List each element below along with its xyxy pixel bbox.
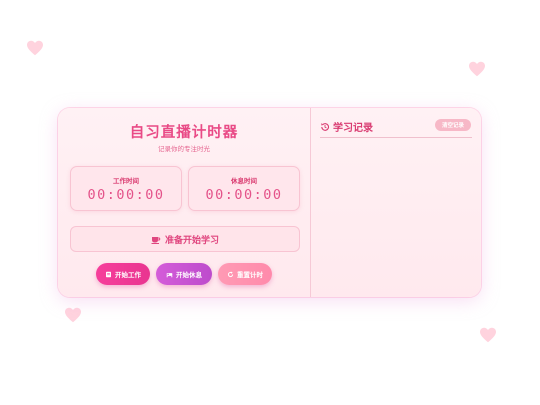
clear-records-button[interactable]: 清空记录 — [435, 119, 471, 131]
app-title: 自习直播计时器 — [129, 125, 239, 141]
timer-card: 自习直播计时器 记录你的专注时光 工作时间 00:00:00 休息时间 00:0… — [58, 108, 481, 297]
timer-panel: 自习直播计时器 记录你的专注时光 工作时间 00:00:00 休息时间 00:0… — [58, 108, 311, 297]
status-text: 准备开始学习 — [164, 235, 219, 246]
start-work-label: 开始工作 — [115, 271, 141, 279]
reset-label: 重置计时 — [237, 271, 263, 279]
refresh-icon — [227, 271, 234, 277]
heart-icon — [26, 40, 44, 56]
reset-button[interactable]: 重置计时 — [218, 263, 272, 285]
start-rest-button[interactable]: 开始休息 — [156, 263, 212, 285]
work-timer: 工作时间 00:00:00 — [70, 166, 182, 211]
rest-timer: 休息时间 00:00:00 — [188, 166, 300, 211]
work-timer-value: 00:00:00 — [87, 187, 165, 203]
cup-icon — [151, 235, 161, 244]
heart-icon — [64, 307, 82, 323]
start-rest-label: 开始休息 — [176, 271, 202, 279]
records-list — [320, 142, 472, 292]
app-subtitle: 记录你的专注时光 — [158, 145, 210, 153]
status-banner: 准备开始学习 — [70, 226, 300, 252]
rest-timer-value: 00:00:00 — [205, 187, 283, 203]
work-timer-label: 工作时间 — [113, 177, 139, 185]
records-header: 学习记录 — [320, 119, 373, 134]
heart-icon — [468, 61, 486, 77]
records-title: 学习记录 — [333, 123, 373, 134]
records-divider — [320, 137, 472, 138]
start-work-button[interactable]: 开始工作 — [96, 263, 150, 285]
book-icon — [106, 271, 111, 277]
heart-icon — [479, 327, 497, 343]
rest-timer-label: 休息时间 — [231, 177, 257, 185]
bed-icon — [166, 272, 173, 277]
history-icon — [321, 122, 330, 131]
records-panel: 学习记录 清空记录 — [311, 108, 481, 297]
